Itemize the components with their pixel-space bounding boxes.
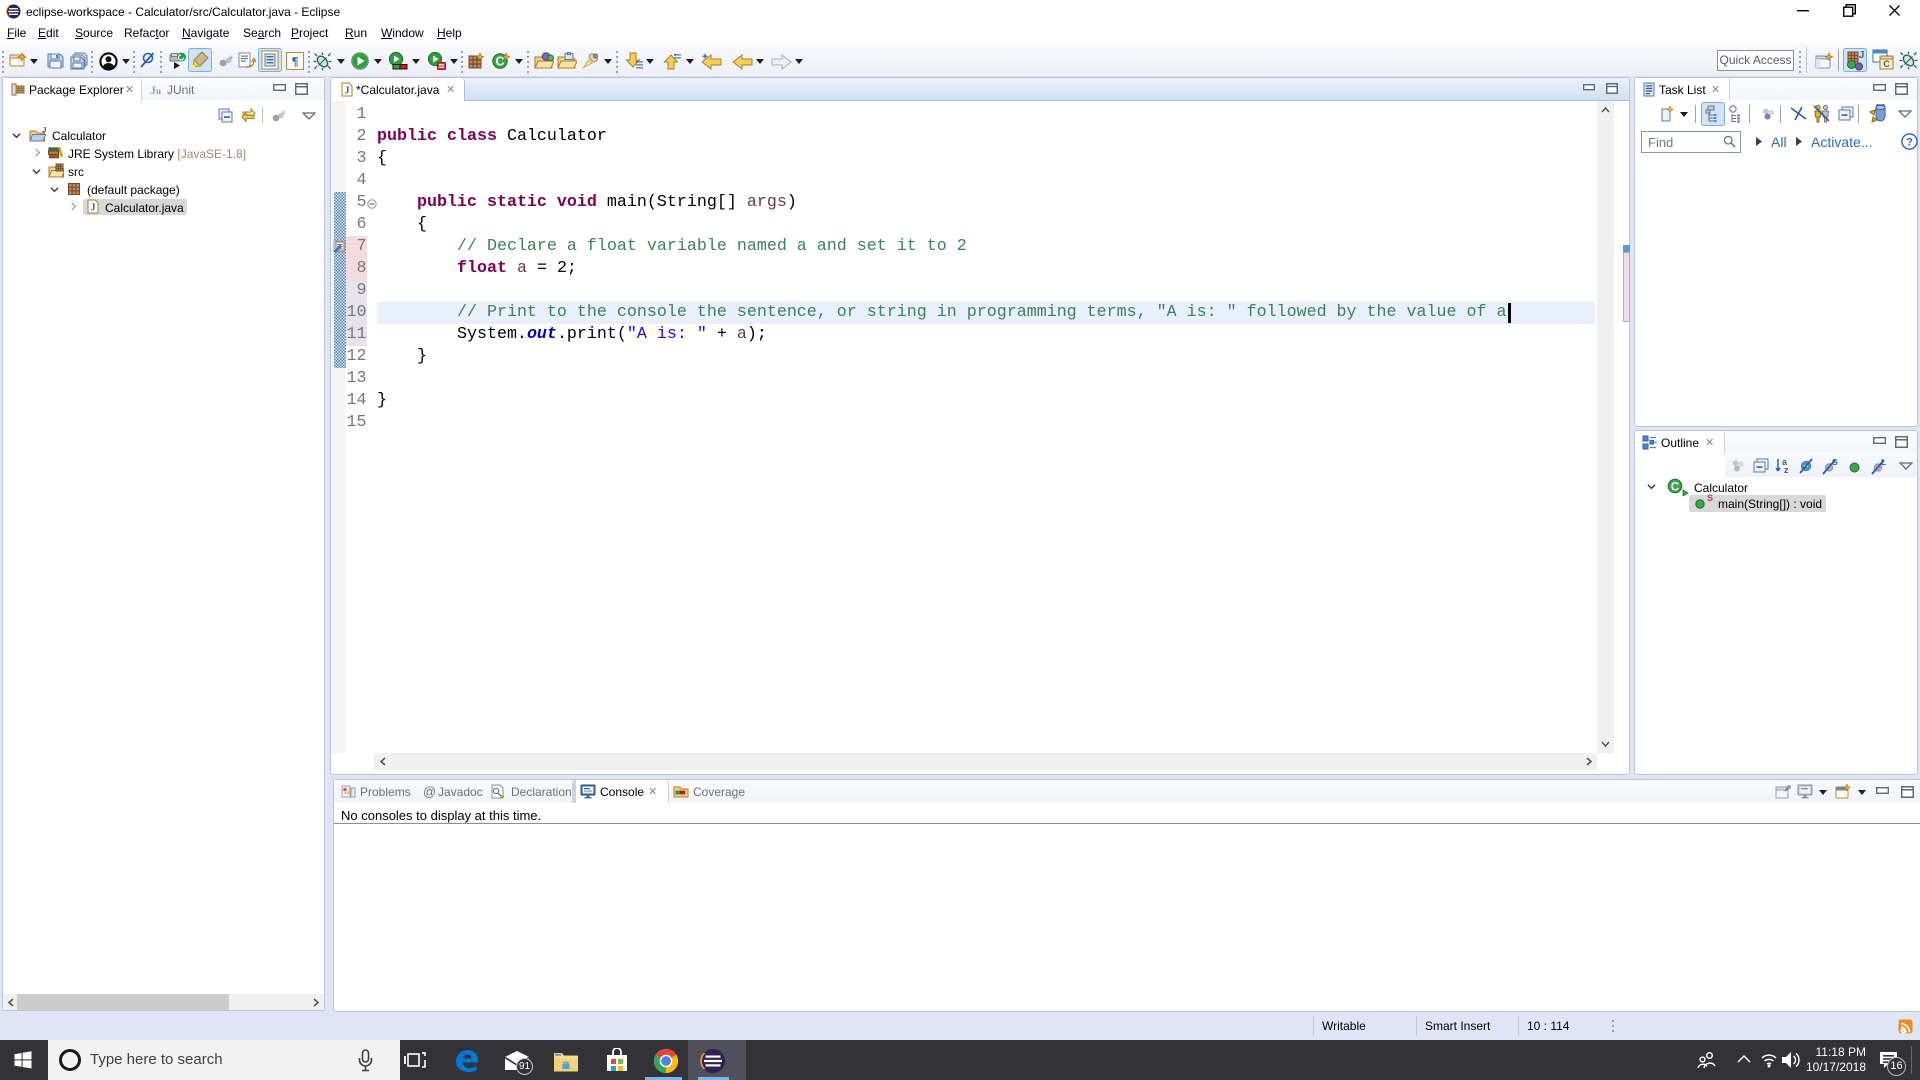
svg-text:?: ? [1906, 137, 1913, 149]
svg-text:J: J [345, 86, 350, 97]
svg-text:C: C [1671, 481, 1679, 493]
svg-text:¶: ¶ [291, 54, 298, 69]
svg-text:J: J [1859, 50, 1865, 61]
svg-text:J: J [91, 203, 96, 214]
svg-text:J: J [42, 127, 46, 135]
svg-text:C: C [1883, 59, 1890, 69]
svg-text:u: u [156, 86, 161, 96]
svg-text:z: z [1784, 465, 1789, 475]
